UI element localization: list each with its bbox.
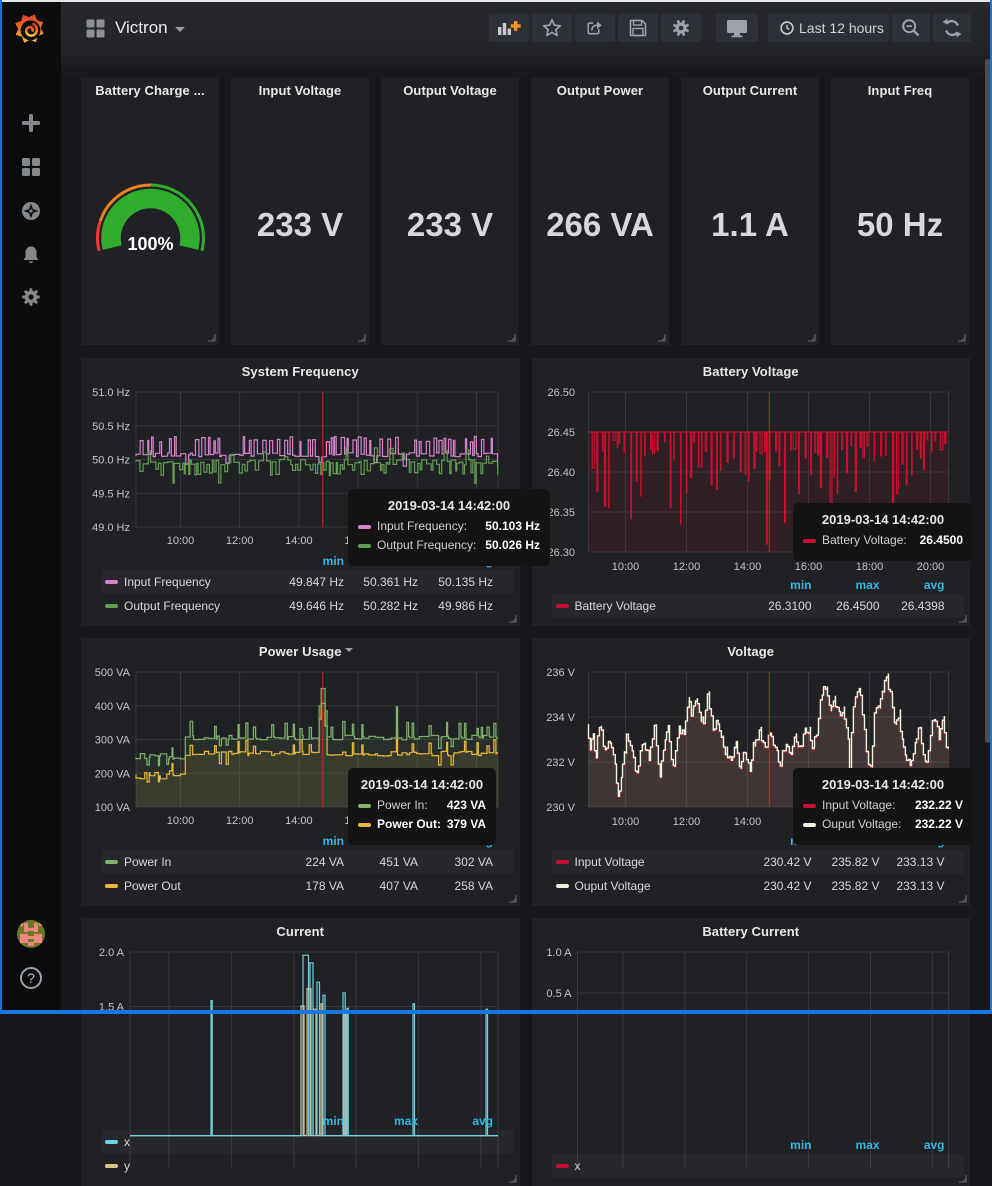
svg-text:12:00: 12:00 — [672, 816, 700, 828]
svg-text:300 VA: 300 VA — [95, 735, 131, 747]
svg-text:12:00: 12:00 — [226, 535, 254, 547]
svg-text:14:00: 14:00 — [733, 816, 761, 828]
svg-text:100%: 100% — [127, 234, 173, 254]
svg-text:50.5 Hz: 50.5 Hz — [92, 421, 130, 433]
svg-text:200 VA: 200 VA — [95, 768, 131, 780]
svg-text:0.5 A: 0.5 A — [546, 988, 572, 1000]
svg-text:49.5 Hz: 49.5 Hz — [92, 488, 130, 500]
svg-text:20:00: 20:00 — [916, 561, 944, 573]
svg-text:10:00: 10:00 — [611, 816, 639, 828]
svg-text:14:00: 14:00 — [285, 815, 313, 827]
svg-text:16:00: 16:00 — [794, 561, 822, 573]
svg-text:10:00: 10:00 — [167, 815, 195, 827]
svg-text:10:00: 10:00 — [167, 535, 195, 547]
svg-text:12:00: 12:00 — [672, 561, 700, 573]
svg-text:12:00: 12:00 — [226, 815, 254, 827]
svg-text:14:00: 14:00 — [285, 535, 313, 547]
svg-text:26.45: 26.45 — [547, 427, 575, 439]
svg-text:10:00: 10:00 — [611, 561, 639, 573]
svg-text:51.0 Hz: 51.0 Hz — [92, 387, 130, 399]
svg-text:14:00: 14:00 — [733, 561, 761, 573]
svg-text:400 VA: 400 VA — [95, 701, 131, 713]
svg-text:26.40: 26.40 — [547, 467, 575, 479]
svg-text:234 V: 234 V — [546, 712, 575, 724]
svg-text:236 V: 236 V — [546, 667, 575, 679]
svg-text:232 V: 232 V — [546, 757, 575, 769]
svg-text:26.35: 26.35 — [547, 507, 575, 519]
svg-text:100 VA: 100 VA — [95, 802, 131, 814]
svg-text:49.0 Hz: 49.0 Hz — [92, 522, 130, 534]
svg-text:2.0 A: 2.0 A — [99, 947, 125, 959]
svg-text:18:00: 18:00 — [855, 561, 883, 573]
svg-text:26.30: 26.30 — [547, 547, 575, 559]
svg-text:26.50: 26.50 — [547, 387, 575, 399]
svg-text:1.0 A: 1.0 A — [546, 947, 572, 959]
svg-text:50.0 Hz: 50.0 Hz — [92, 455, 130, 467]
svg-text:230 V: 230 V — [546, 802, 575, 814]
svg-text:500 VA: 500 VA — [95, 667, 131, 679]
